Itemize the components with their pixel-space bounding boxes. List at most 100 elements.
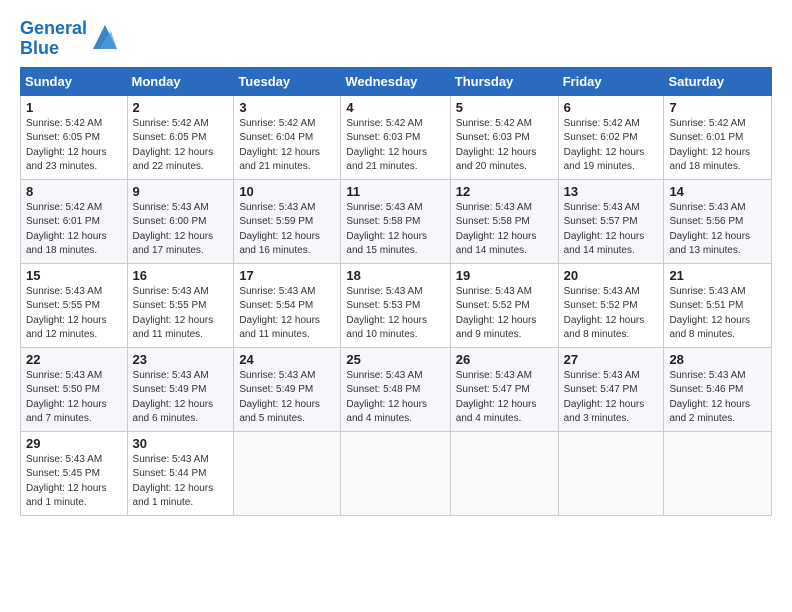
- calendar-page: General Blue SundayMondayTuesdayWednesda…: [0, 0, 792, 612]
- calendar-cell: 7 Sunrise: 5:42 AM Sunset: 6:01 PM Daylig…: [664, 95, 772, 179]
- day-info: Sunrise: 5:43 AM Sunset: 5:54 PM Dayligh…: [239, 285, 335, 343]
- day-number: 6: [564, 100, 659, 115]
- calendar-cell: 22 Sunrise: 5:43 AM Sunset: 5:50 PM Dayli…: [21, 347, 128, 431]
- weekday-header-tuesday: Tuesday: [234, 67, 341, 95]
- day-number: 4: [346, 100, 444, 115]
- calendar-cell: [450, 431, 558, 515]
- day-info: Sunrise: 5:43 AM Sunset: 5:52 PM Dayligh…: [456, 285, 553, 343]
- day-info: Sunrise: 5:42 AM Sunset: 6:03 PM Dayligh…: [346, 117, 444, 175]
- calendar-cell: 21 Sunrise: 5:43 AM Sunset: 5:51 PM Dayli…: [664, 263, 772, 347]
- day-info: Sunrise: 5:43 AM Sunset: 6:00 PM Dayligh…: [133, 201, 229, 259]
- calendar-cell: 25 Sunrise: 5:43 AM Sunset: 5:48 PM Dayli…: [341, 347, 450, 431]
- day-info: Sunrise: 5:43 AM Sunset: 5:47 PM Dayligh…: [456, 369, 553, 427]
- day-number: 25: [346, 352, 444, 367]
- weekday-header-friday: Friday: [558, 67, 664, 95]
- calendar-cell: 12 Sunrise: 5:43 AM Sunset: 5:58 PM Dayli…: [450, 179, 558, 263]
- calendar-cell: 23 Sunrise: 5:43 AM Sunset: 5:49 PM Dayli…: [127, 347, 234, 431]
- day-number: 14: [669, 184, 766, 199]
- calendar-cell: 15Sunrise: 5:43 AM Sunset: 5:55 PM Dayli…: [21, 263, 128, 347]
- day-number: 1: [26, 100, 122, 115]
- calendar-cell: [558, 431, 664, 515]
- calendar-cell: 8 Sunrise: 5:42 AM Sunset: 6:01 PM Daylig…: [21, 179, 128, 263]
- calendar-cell: 30 Sunrise: 5:43 AM Sunset: 5:44 PM Dayli…: [127, 431, 234, 515]
- calendar-cell: 1Sunrise: 5:42 AM Sunset: 6:05 PM Daylig…: [21, 95, 128, 179]
- day-info: Sunrise: 5:43 AM Sunset: 5:58 PM Dayligh…: [456, 201, 553, 259]
- day-number: 8: [26, 184, 122, 199]
- calendar-cell: [341, 431, 450, 515]
- day-number: 15: [26, 268, 122, 283]
- day-number: 26: [456, 352, 553, 367]
- day-info: Sunrise: 5:42 AM Sunset: 6:01 PM Dayligh…: [669, 117, 766, 175]
- day-info: Sunrise: 5:43 AM Sunset: 5:59 PM Dayligh…: [239, 201, 335, 259]
- calendar-cell: 28Sunrise: 5:43 AM Sunset: 5:46 PM Dayli…: [664, 347, 772, 431]
- calendar-cell: 14 Sunrise: 5:43 AM Sunset: 5:56 PM Dayli…: [664, 179, 772, 263]
- day-number: 22: [26, 352, 122, 367]
- weekday-header-saturday: Saturday: [664, 67, 772, 95]
- day-number: 5: [456, 100, 553, 115]
- day-number: 18: [346, 268, 444, 283]
- day-number: 30: [133, 436, 229, 451]
- day-number: 2: [133, 100, 229, 115]
- calendar-cell: 26 Sunrise: 5:43 AM Sunset: 5:47 PM Dayli…: [450, 347, 558, 431]
- calendar-cell: 19 Sunrise: 5:43 AM Sunset: 5:52 PM Dayli…: [450, 263, 558, 347]
- day-info: Sunrise: 5:43 AM Sunset: 5:49 PM Dayligh…: [133, 369, 229, 427]
- calendar-cell: 3 Sunrise: 5:42 AM Sunset: 6:04 PM Daylig…: [234, 95, 341, 179]
- logo: General Blue: [20, 19, 121, 59]
- day-number: 21: [669, 268, 766, 283]
- weekday-header-monday: Monday: [127, 67, 234, 95]
- day-info: Sunrise: 5:43 AM Sunset: 5:55 PM Dayligh…: [133, 285, 229, 343]
- day-number: 11: [346, 184, 444, 199]
- calendar-cell: 2Sunrise: 5:42 AM Sunset: 6:05 PM Daylig…: [127, 95, 234, 179]
- day-number: 10: [239, 184, 335, 199]
- day-info: Sunrise: 5:43 AM Sunset: 5:51 PM Dayligh…: [669, 285, 766, 343]
- calendar-cell: [234, 431, 341, 515]
- day-number: 12: [456, 184, 553, 199]
- day-info: Sunrise: 5:43 AM Sunset: 5:56 PM Dayligh…: [669, 201, 766, 259]
- day-info: Sunrise: 5:43 AM Sunset: 5:48 PM Dayligh…: [346, 369, 444, 427]
- calendar-cell: 6 Sunrise: 5:42 AM Sunset: 6:02 PM Daylig…: [558, 95, 664, 179]
- day-number: 24: [239, 352, 335, 367]
- header: General Blue: [20, 15, 772, 59]
- calendar-week-5: 29Sunrise: 5:43 AM Sunset: 5:45 PM Dayli…: [21, 431, 772, 515]
- calendar-cell: 20Sunrise: 5:43 AM Sunset: 5:52 PM Dayli…: [558, 263, 664, 347]
- day-info: Sunrise: 5:42 AM Sunset: 6:04 PM Dayligh…: [239, 117, 335, 175]
- day-number: 7: [669, 100, 766, 115]
- day-info: Sunrise: 5:42 AM Sunset: 6:02 PM Dayligh…: [564, 117, 659, 175]
- day-info: Sunrise: 5:43 AM Sunset: 5:50 PM Dayligh…: [26, 369, 122, 427]
- calendar-cell: 10 Sunrise: 5:43 AM Sunset: 5:59 PM Dayli…: [234, 179, 341, 263]
- day-number: 13: [564, 184, 659, 199]
- day-number: 23: [133, 352, 229, 367]
- day-info: Sunrise: 5:43 AM Sunset: 5:49 PM Dayligh…: [239, 369, 335, 427]
- calendar-week-4: 22 Sunrise: 5:43 AM Sunset: 5:50 PM Dayli…: [21, 347, 772, 431]
- calendar-cell: 11Sunrise: 5:43 AM Sunset: 5:58 PM Dayli…: [341, 179, 450, 263]
- calendar-cell: 13Sunrise: 5:43 AM Sunset: 5:57 PM Dayli…: [558, 179, 664, 263]
- calendar-table: SundayMondayTuesdayWednesdayThursdayFrid…: [20, 67, 772, 516]
- day-info: Sunrise: 5:43 AM Sunset: 5:46 PM Dayligh…: [669, 369, 766, 427]
- day-number: 17: [239, 268, 335, 283]
- day-number: 19: [456, 268, 553, 283]
- logo-text: General: [20, 19, 87, 39]
- calendar-cell: 9 Sunrise: 5:43 AM Sunset: 6:00 PM Daylig…: [127, 179, 234, 263]
- calendar-cell: 5 Sunrise: 5:42 AM Sunset: 6:03 PM Daylig…: [450, 95, 558, 179]
- calendar-week-2: 8 Sunrise: 5:42 AM Sunset: 6:01 PM Daylig…: [21, 179, 772, 263]
- logo-blue: Blue: [20, 39, 87, 59]
- day-info: Sunrise: 5:43 AM Sunset: 5:44 PM Dayligh…: [133, 453, 229, 511]
- day-info: Sunrise: 5:42 AM Sunset: 6:03 PM Dayligh…: [456, 117, 553, 175]
- calendar-cell: 27Sunrise: 5:43 AM Sunset: 5:47 PM Dayli…: [558, 347, 664, 431]
- day-info: Sunrise: 5:42 AM Sunset: 6:01 PM Dayligh…: [26, 201, 122, 259]
- calendar-cell: 17 Sunrise: 5:43 AM Sunset: 5:54 PM Dayli…: [234, 263, 341, 347]
- logo-general: General: [20, 18, 87, 38]
- day-info: Sunrise: 5:43 AM Sunset: 5:53 PM Dayligh…: [346, 285, 444, 343]
- day-number: 3: [239, 100, 335, 115]
- day-info: Sunrise: 5:43 AM Sunset: 5:52 PM Dayligh…: [564, 285, 659, 343]
- calendar-cell: 29Sunrise: 5:43 AM Sunset: 5:45 PM Dayli…: [21, 431, 128, 515]
- weekday-header-row: SundayMondayTuesdayWednesdayThursdayFrid…: [21, 67, 772, 95]
- day-info: Sunrise: 5:43 AM Sunset: 5:47 PM Dayligh…: [564, 369, 659, 427]
- calendar-week-1: 1Sunrise: 5:42 AM Sunset: 6:05 PM Daylig…: [21, 95, 772, 179]
- calendar-body: 1Sunrise: 5:42 AM Sunset: 6:05 PM Daylig…: [21, 95, 772, 515]
- calendar-cell: 4 Sunrise: 5:42 AM Sunset: 6:03 PM Daylig…: [341, 95, 450, 179]
- calendar-cell: 18 Sunrise: 5:43 AM Sunset: 5:53 PM Dayli…: [341, 263, 450, 347]
- day-number: 9: [133, 184, 229, 199]
- calendar-week-3: 15 Sunrise: 5:43 AM Sunset: 5:55 PM Dayli…: [21, 263, 772, 347]
- calendar-cell: [664, 431, 772, 515]
